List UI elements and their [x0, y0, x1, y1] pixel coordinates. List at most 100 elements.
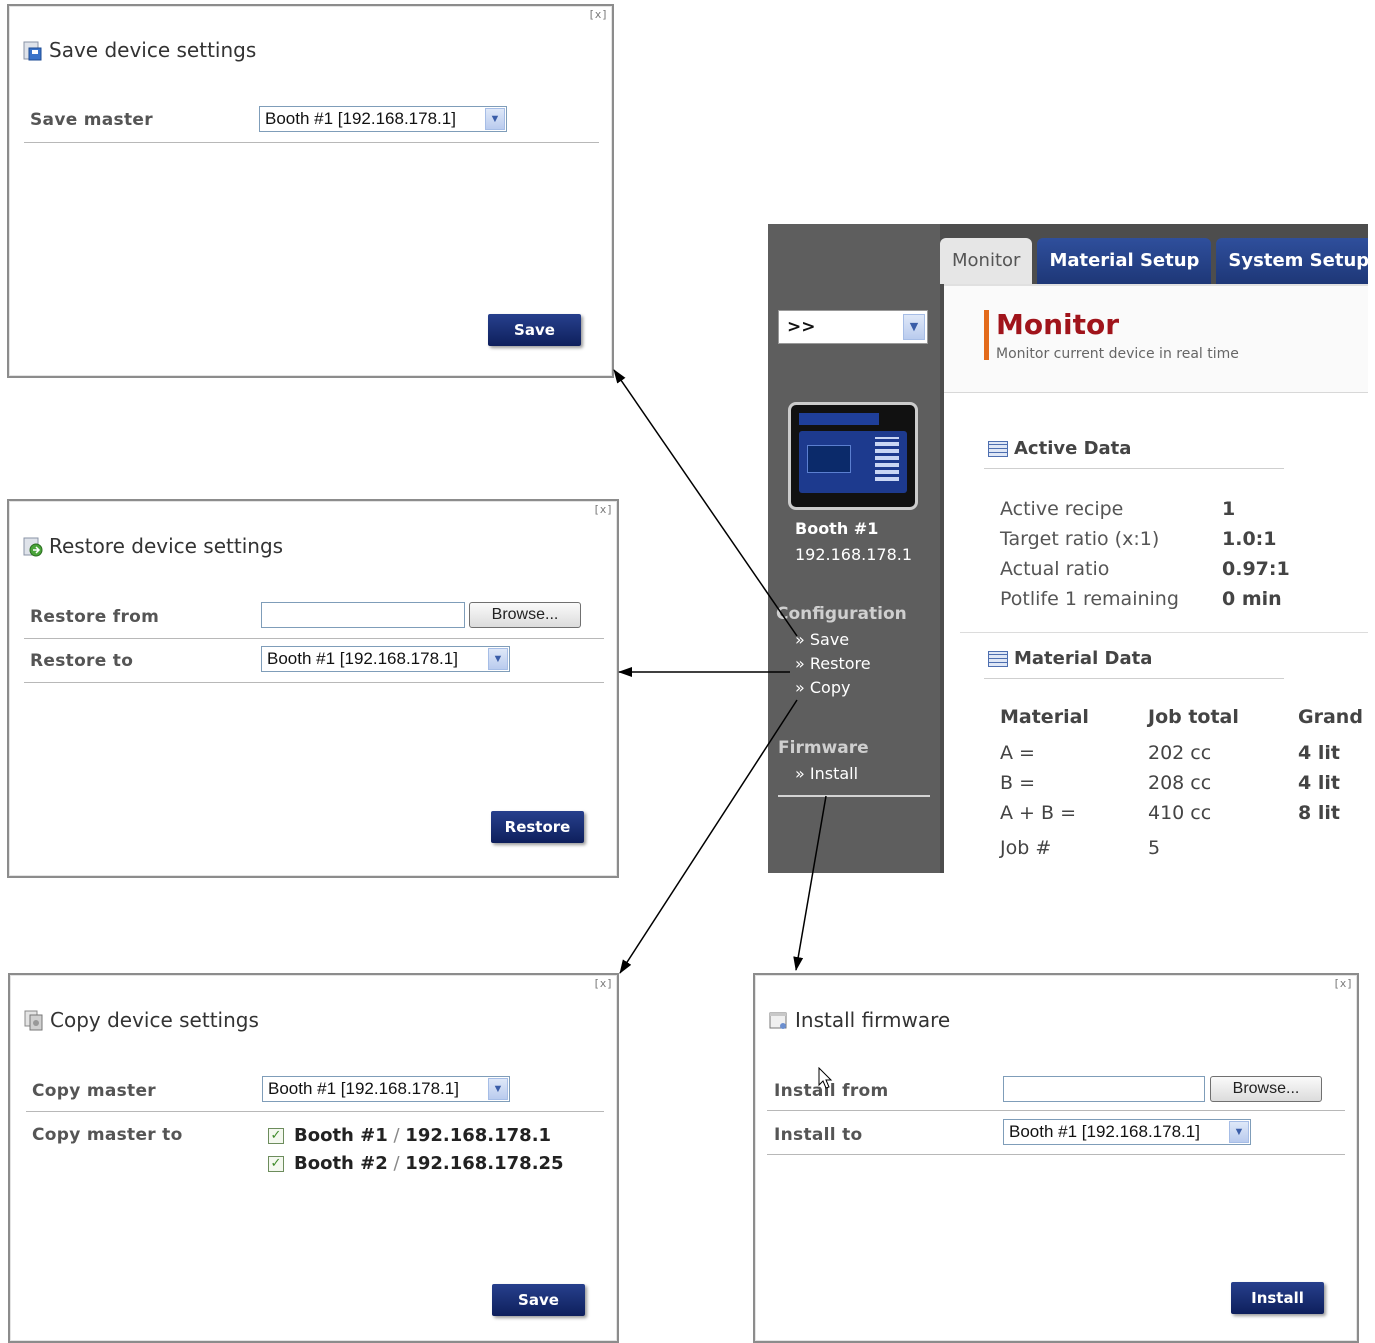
- table-cell: 410 cc: [1148, 802, 1212, 824]
- chevron-down-icon[interactable]: ▼: [488, 1078, 508, 1100]
- dialog-title-text: Copy device settings: [50, 1008, 259, 1032]
- firmware-heading: Firmware: [778, 738, 869, 758]
- close-icon[interactable]: [x]: [593, 977, 613, 990]
- save-icon: [23, 39, 43, 61]
- restore-from-input[interactable]: [261, 602, 465, 628]
- browse-button[interactable]: Browse...: [469, 602, 581, 628]
- divider: [24, 142, 599, 143]
- column-header: Material: [1000, 706, 1089, 728]
- browse-button[interactable]: Browse...: [1210, 1076, 1322, 1102]
- title-accent: [984, 310, 989, 360]
- save-master-value: Booth #1 [192.168.178.1]: [265, 109, 456, 128]
- divider: [984, 468, 1284, 469]
- target-ip: 192.168.178.25: [405, 1153, 564, 1174]
- copy-master-label: Copy master: [32, 1081, 156, 1101]
- install-to-select[interactable]: Booth #1 [192.168.178.1] ▼: [1003, 1119, 1251, 1145]
- copy-master-select[interactable]: Booth #1 [192.168.178.1] ▼: [262, 1076, 510, 1102]
- active-data-label: Target ratio (x:1): [1000, 528, 1160, 550]
- table-cell: 202 cc: [1148, 742, 1212, 764]
- sidebar-link-save[interactable]: » Save: [795, 630, 849, 649]
- checkbox[interactable]: ✓: [268, 1127, 284, 1144]
- monitor-panel: Monitor Monitor current device in real t…: [944, 284, 1368, 873]
- device-app-window: >> ▼ Booth #1 192.168.178.1 Configuratio…: [768, 224, 1368, 873]
- restore-icon: [23, 535, 43, 557]
- save-device-settings-dialog: [x] Save device settings Save master Boo…: [7, 4, 614, 378]
- install-button[interactable]: Install: [1231, 1282, 1324, 1314]
- save-master-select[interactable]: Booth #1 [192.168.178.1] ▼: [259, 106, 507, 132]
- target-separator: /: [393, 1125, 400, 1146]
- column-header: Grand t: [1298, 706, 1368, 728]
- close-icon[interactable]: [x]: [1333, 977, 1353, 990]
- dialog-title-text: Save device settings: [49, 38, 257, 62]
- save-button[interactable]: Save: [492, 1284, 585, 1316]
- restore-to-value: Booth #1 [192.168.178.1]: [267, 649, 458, 668]
- copy-target-booth-2[interactable]: ✓ Booth #2 / 192.168.178.25: [268, 1153, 564, 1174]
- table-cell: A =: [1000, 742, 1035, 764]
- dialog-title: Install firmware: [769, 1008, 950, 1032]
- divider: [24, 638, 604, 639]
- page-subtitle: Monitor current device in real time: [996, 346, 1239, 362]
- table-cell: A + B =: [1000, 802, 1076, 824]
- sidebar-link-install[interactable]: » Install: [795, 764, 858, 783]
- sidebar-divider: [778, 795, 930, 797]
- tab-system-setup[interactable]: System Setup: [1216, 238, 1368, 284]
- target-name: Booth #1: [294, 1125, 388, 1146]
- checkbox[interactable]: ✓: [268, 1155, 284, 1172]
- close-icon[interactable]: [x]: [593, 503, 613, 516]
- active-data-value: 0.97:1: [1222, 558, 1290, 580]
- install-from-input[interactable]: [1003, 1076, 1205, 1102]
- divider: [767, 1110, 1345, 1111]
- active-data-value: 0 min: [1222, 588, 1282, 610]
- divider: [984, 678, 1284, 679]
- close-icon[interactable]: [x]: [588, 8, 608, 21]
- page-header: Monitor Monitor current device in real t…: [944, 286, 1368, 393]
- table-cell: 8 lit: [1298, 802, 1340, 824]
- tab-bar: Monitor Material Setup System Setup: [940, 238, 1368, 284]
- save-master-label: Save master: [30, 110, 153, 130]
- device-name: Booth #1: [795, 519, 879, 538]
- table-icon: [988, 440, 1008, 457]
- divider: [767, 1154, 1345, 1155]
- device-selector[interactable]: >> ▼: [778, 310, 928, 344]
- table-cell: 4 lit: [1298, 772, 1340, 794]
- dialog-title-text: Restore device settings: [49, 534, 284, 558]
- sidebar-link-restore[interactable]: » Restore: [795, 654, 871, 673]
- column-header: Job total: [1148, 706, 1239, 728]
- tab-monitor[interactable]: Monitor: [940, 238, 1033, 284]
- divider: [26, 1111, 604, 1112]
- active-data-label: Active recipe: [1000, 498, 1124, 520]
- install-to-label: Install to: [774, 1125, 863, 1145]
- active-data-label: Actual ratio: [1000, 558, 1110, 580]
- device-selector-value: >>: [787, 317, 816, 337]
- active-data-label: Potlife 1 remaining: [1000, 588, 1179, 610]
- copy-device-settings-dialog: [x] Copy device settings Copy master Boo…: [8, 973, 619, 1343]
- active-data-heading: Active Data: [988, 438, 1131, 459]
- main-content: Monitor Material Setup System Setup Moni…: [940, 224, 1368, 873]
- chevron-down-icon[interactable]: ▼: [488, 648, 508, 670]
- dialog-title: Save device settings: [23, 38, 256, 62]
- table-cell: B =: [1000, 772, 1035, 794]
- restore-button[interactable]: Restore: [491, 811, 584, 843]
- target-separator: /: [393, 1153, 400, 1174]
- configuration-heading: Configuration: [776, 604, 907, 624]
- dialog-title: Restore device settings: [23, 534, 283, 558]
- chevron-down-icon[interactable]: ▼: [903, 314, 925, 340]
- sidebar-link-copy[interactable]: » Copy: [795, 678, 850, 697]
- table-cell: 4 lit: [1298, 742, 1340, 764]
- mouse-cursor-icon: [818, 1067, 833, 1089]
- section-separator: [960, 632, 1368, 633]
- restore-device-settings-dialog: [x] Restore device settings Restore from…: [7, 499, 619, 878]
- copy-target-booth-1[interactable]: ✓ Booth #1 / 192.168.178.1: [268, 1125, 551, 1146]
- target-name: Booth #2: [294, 1153, 388, 1174]
- active-data-value: 1: [1222, 498, 1236, 520]
- save-button[interactable]: Save: [488, 314, 581, 346]
- restore-to-select[interactable]: Booth #1 [192.168.178.1] ▼: [261, 646, 510, 672]
- chevron-down-icon[interactable]: ▼: [485, 108, 505, 130]
- tab-material-setup[interactable]: Material Setup: [1037, 238, 1212, 284]
- divider: [24, 682, 604, 683]
- restore-from-label: Restore from: [30, 607, 160, 627]
- table-cell: Job #: [1000, 837, 1052, 859]
- dialog-title: Copy device settings: [24, 1008, 259, 1032]
- chevron-down-icon[interactable]: ▼: [1229, 1121, 1249, 1143]
- device-ip: 192.168.178.1: [795, 545, 913, 564]
